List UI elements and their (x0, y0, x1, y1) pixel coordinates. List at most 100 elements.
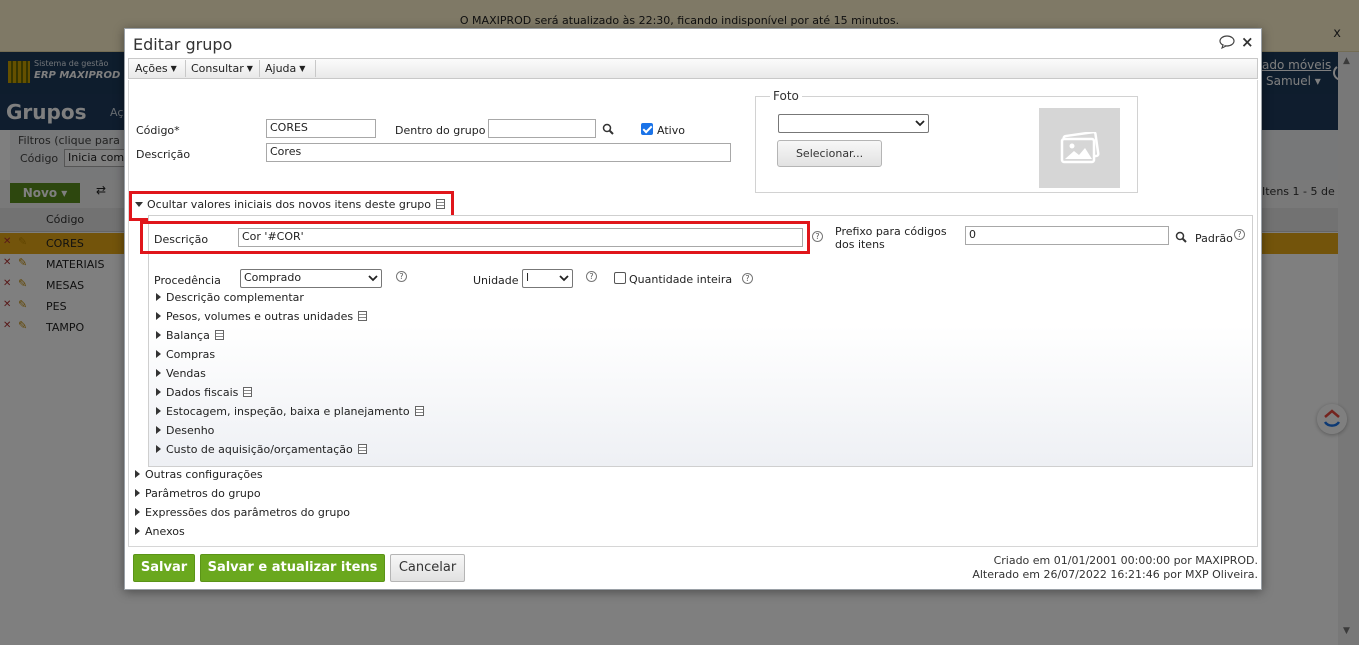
codigo-input[interactable]: CORES (266, 119, 376, 138)
descricao-input[interactable]: Cores (266, 143, 731, 162)
doc-icon (214, 330, 224, 340)
subsection-toggle[interactable]: Dados fiscais (156, 386, 253, 399)
search-icon[interactable] (1175, 231, 1187, 243)
menu-separator (185, 60, 186, 77)
procedencia-value: Comprado (244, 271, 302, 284)
quantidade-inteira-checkbox[interactable] (614, 272, 626, 284)
subsection-label: Custo de aquisição/orçamentação (166, 443, 353, 456)
prefixo-input[interactable]: 0 (965, 226, 1169, 245)
caret-right-icon (156, 426, 161, 434)
unidade-label: Unidade (473, 274, 519, 287)
ativo-label: Ativo (657, 124, 685, 137)
photo-select[interactable] (778, 114, 929, 133)
dialog-menubar: Ações ▼ Consultar ▼ Ajuda ▼ (128, 58, 1258, 79)
prefixo-label-line2: dos itens (835, 238, 885, 251)
subsection-toggle[interactable]: Pesos, volumes e outras unidades (156, 310, 368, 323)
photo-placeholder (1039, 108, 1120, 188)
prefixo-label: Prefixo para códigos dos itens (835, 225, 947, 251)
subsection-toggle[interactable]: Estocagem, inspeção, baixa e planejament… (156, 405, 424, 418)
quantidade-inteira-label: Quantidade inteira (629, 273, 733, 286)
select-photo-button[interactable]: Selecionar... (777, 140, 882, 167)
prefixo-label-line1: Prefixo para códigos (835, 225, 947, 238)
unidade-value: l (526, 271, 530, 284)
help-icon[interactable]: ? (586, 271, 597, 282)
codigo-label: Código* (136, 124, 180, 137)
caret-right-icon (156, 293, 161, 301)
section-toggle[interactable]: Anexos (135, 525, 185, 538)
menu-consultar-label: Consultar (191, 62, 244, 75)
menu-ajuda-label: Ajuda (265, 62, 297, 75)
padrao-link[interactable]: Padrão (1195, 232, 1233, 245)
subsection-label: Estocagem, inspeção, baixa e planejament… (166, 405, 410, 418)
dentro-grupo-input[interactable] (488, 119, 596, 138)
section-label: Anexos (145, 525, 185, 538)
subsection-toggle[interactable]: Balança (156, 329, 224, 342)
chat-icon[interactable] (1219, 35, 1235, 49)
chevron-down-icon (915, 120, 925, 127)
help-icon[interactable]: ? (396, 271, 407, 282)
photo-placeholder-icon (1060, 132, 1100, 164)
dentro-grupo-label: Dentro do grupo (395, 124, 486, 137)
procedencia-select[interactable]: Comprado (240, 269, 382, 288)
subsection-toggle[interactable]: Compras (156, 348, 215, 361)
menu-separator (259, 60, 260, 77)
caret-right-icon (156, 445, 161, 453)
caret-right-icon (135, 489, 140, 497)
menu-acoes[interactable]: Ações ▼ (131, 62, 181, 75)
section-label: Outras configurações (145, 468, 263, 481)
doc-icon (414, 406, 424, 416)
help-icon[interactable]: ? (812, 231, 823, 242)
chevron-down-icon: ▼ (299, 64, 306, 73)
menu-consultar[interactable]: Consultar ▼ (187, 62, 257, 75)
save-update-items-button[interactable]: Salvar e atualizar itens (200, 554, 385, 582)
section-toggle[interactable]: Parâmetros do grupo (135, 487, 261, 500)
subsection-label: Dados fiscais (166, 386, 239, 399)
highlight-box-descricao (140, 221, 810, 254)
subsection-toggle[interactable]: Vendas (156, 367, 206, 380)
caret-right-icon (135, 508, 140, 516)
doc-icon (357, 444, 367, 454)
save-button[interactable]: Salvar (133, 554, 195, 582)
chevron-down-icon (368, 275, 378, 282)
section-toggle[interactable]: Outras configurações (135, 468, 263, 481)
caret-right-icon (156, 312, 161, 320)
menu-ajuda[interactable]: Ajuda ▼ (261, 62, 309, 75)
help-icon[interactable]: ? (742, 273, 753, 284)
subsection-toggle[interactable]: Descrição complementar (156, 291, 304, 304)
subsection-label: Desenho (166, 424, 215, 437)
edit-group-dialog: Editar grupo × Ações ▼ Consultar ▼ Ajuda ▼ … (124, 28, 1262, 590)
procedencia-label: Procedência (154, 274, 221, 287)
caret-right-icon (156, 369, 161, 377)
section-toggle[interactable]: Expressões dos parâmetros do grupo (135, 506, 350, 519)
modified-info: Alterado em 26/07/2022 16:21:46 por MXP … (972, 568, 1258, 581)
search-icon[interactable] (602, 123, 614, 135)
subsection-label: Descrição complementar (166, 291, 304, 304)
subsection-toggle[interactable]: Desenho (156, 424, 214, 437)
ativo-checkbox[interactable] (641, 123, 653, 135)
cancel-button[interactable]: Cancelar (390, 554, 465, 582)
menu-separator (315, 60, 316, 77)
chevron-down-icon (559, 275, 569, 282)
photo-legend: Foto (770, 89, 802, 103)
chevron-down-icon: ▼ (246, 64, 253, 73)
help-icon[interactable]: ? (1234, 229, 1245, 240)
caret-right-icon (135, 527, 140, 535)
unidade-select[interactable]: l (522, 269, 573, 288)
created-info: Criado em 01/01/2001 00:00:00 por MAXIPR… (993, 554, 1258, 567)
dialog-title: Editar grupo (133, 35, 233, 54)
caret-right-icon (156, 407, 161, 415)
caret-right-icon (156, 388, 161, 396)
subsection-label: Balança (166, 329, 210, 342)
doc-icon (243, 387, 253, 397)
subsection-label: Compras (166, 348, 216, 361)
descricao-label: Descrição (136, 148, 191, 161)
menu-acoes-label: Ações (135, 62, 168, 75)
caret-right-icon (135, 470, 140, 478)
close-icon[interactable]: × (1241, 33, 1254, 51)
subsection-toggle[interactable]: Custo de aquisição/orçamentação (156, 443, 367, 456)
caret-right-icon (156, 350, 161, 358)
subsection-label: Vendas (166, 367, 206, 380)
caret-right-icon (156, 331, 161, 339)
subsection-label: Pesos, volumes e outras unidades (166, 310, 354, 323)
section-label: Parâmetros do grupo (145, 487, 261, 500)
